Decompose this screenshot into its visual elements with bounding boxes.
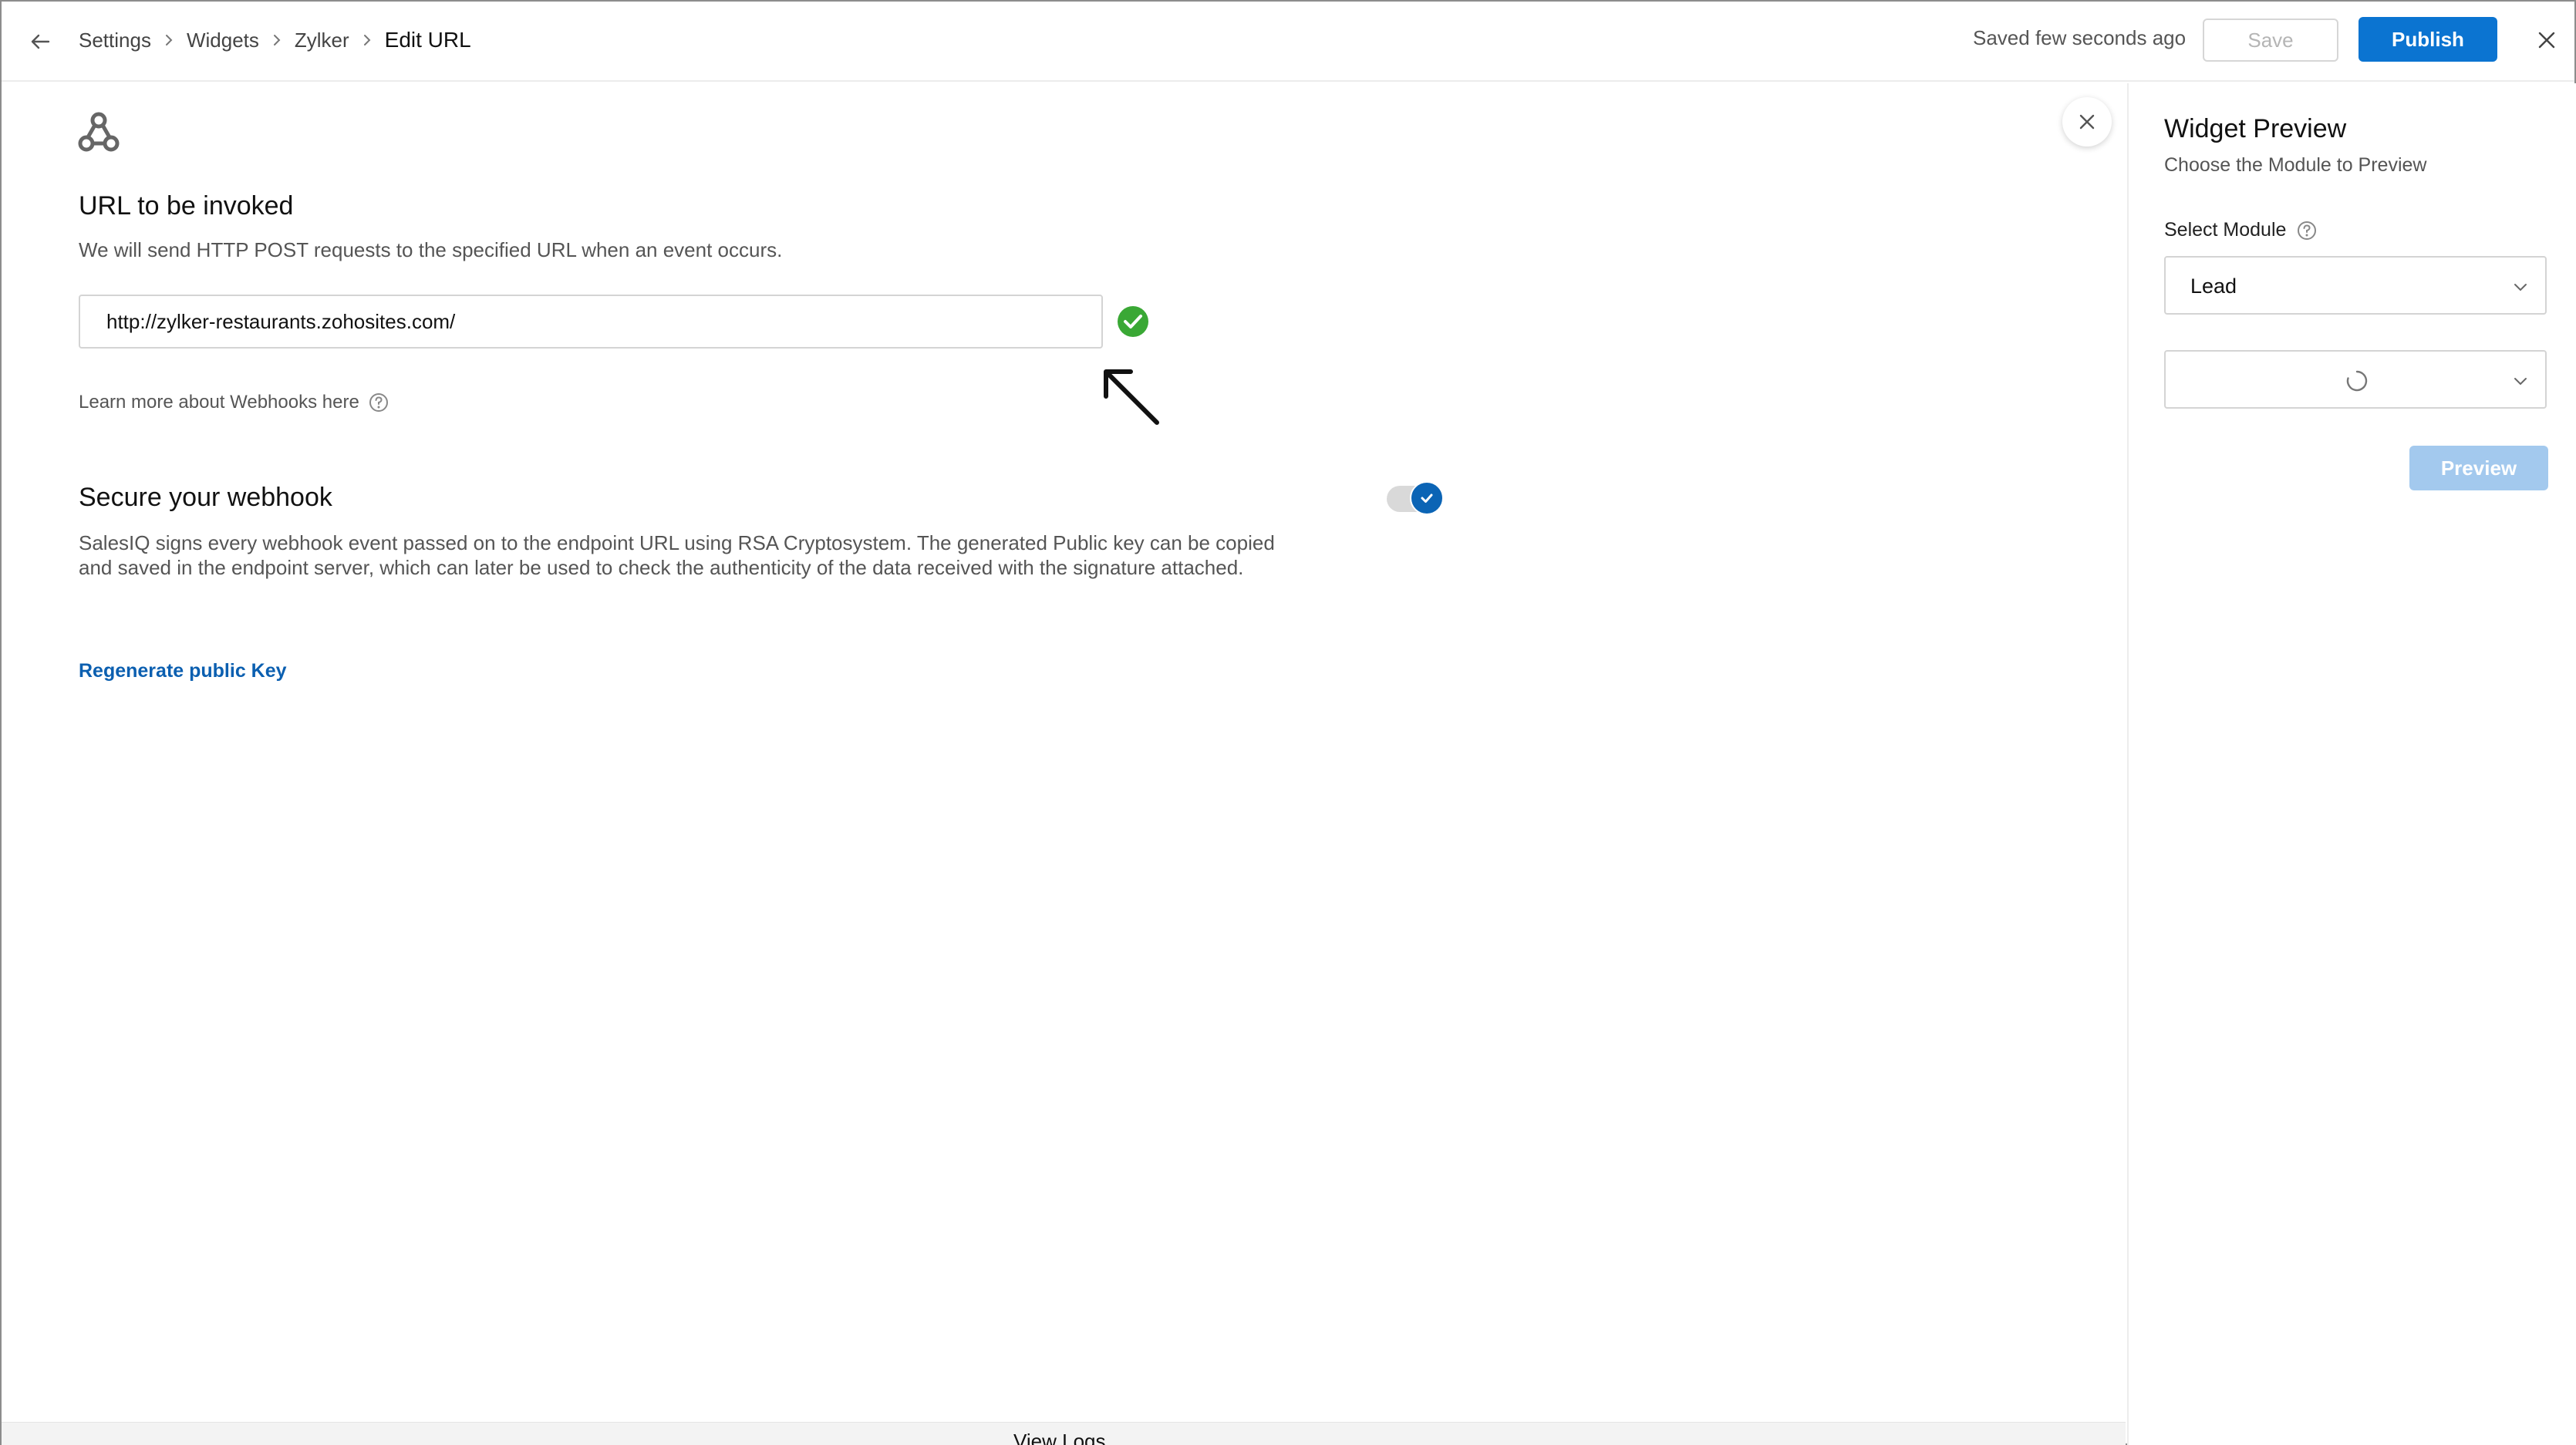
preview-panel-title: Widget Preview [2164, 114, 2347, 143]
learn-more-link[interactable]: Learn more about Webhooks here [79, 392, 389, 413]
url-section-description: We will send HTTP POST requests to the s… [79, 238, 783, 261]
breadcrumb-zylker[interactable]: Zylker [295, 29, 349, 52]
save-button[interactable]: Save [2203, 19, 2338, 62]
close-preview-button[interactable] [2062, 97, 2112, 147]
widget-preview-panel: Widget Preview Choose the Module to Prev… [2127, 83, 2576, 1445]
help-circle-icon [369, 393, 388, 412]
breadcrumb-widgets[interactable]: Widgets [187, 29, 259, 52]
breadcrumb: Settings Widgets Zylker Edit URL [79, 23, 471, 57]
select-module-label: Select Module [2164, 219, 2317, 241]
secure-webhook-toggle[interactable] [1387, 481, 1445, 515]
app-window: Settings Widgets Zylker Edit URL Saved f… [0, 0, 2576, 1445]
top-bar: Settings Widgets Zylker Edit URL Saved f… [2, 2, 2574, 82]
module-select[interactable]: Lead [2164, 256, 2547, 315]
check-circle-icon [1118, 306, 1148, 337]
select-module-text: Select Module [2164, 219, 2287, 241]
webhook-url-input[interactable] [79, 295, 1103, 349]
module-select-value: Lead [2190, 275, 2237, 298]
publish-button[interactable]: Publish [2359, 17, 2497, 62]
view-logs-button[interactable]: View Logs [1013, 1430, 1106, 1445]
spinner-icon [2346, 370, 2368, 392]
close-icon [2538, 32, 2555, 49]
secure-section-description: SalesIQ signs every webhook event passed… [79, 531, 1275, 579]
arrow-left-icon [31, 34, 50, 49]
regenerate-key-link[interactable]: Regenerate public Key [79, 660, 287, 682]
learn-more-label: Learn more about Webhooks here [79, 392, 359, 413]
back-button[interactable] [25, 26, 56, 57]
close-editor-button[interactable] [2530, 23, 2564, 57]
check-icon [1421, 493, 1433, 503]
help-circle-icon[interactable] [2297, 221, 2317, 241]
chevron-right-icon [271, 33, 282, 47]
preview-panel-subtitle: Choose the Module to Preview [2164, 154, 2427, 176]
breadcrumb-settings[interactable]: Settings [79, 29, 151, 52]
close-icon [2079, 114, 2095, 130]
url-section-title: URL to be invoked [79, 191, 294, 221]
toggle-knob [1410, 481, 1444, 515]
record-select[interactable] [2164, 350, 2547, 409]
secure-section-title: Secure your webhook [79, 483, 332, 512]
saved-status: Saved few seconds ago [1973, 26, 2187, 49]
chevron-right-icon [362, 33, 373, 47]
preview-button[interactable]: Preview [2409, 446, 2548, 490]
chevron-down-icon [2514, 284, 2527, 291]
breadcrumb-current: Edit URL [384, 28, 471, 52]
main-content: URL to be invoked We will send HTTP POST… [2, 83, 2126, 1445]
webhook-icon [78, 112, 120, 152]
chevron-down-icon [2514, 378, 2527, 386]
chevron-right-icon [164, 33, 174, 47]
annotation-arrow-icon [1104, 369, 1159, 425]
